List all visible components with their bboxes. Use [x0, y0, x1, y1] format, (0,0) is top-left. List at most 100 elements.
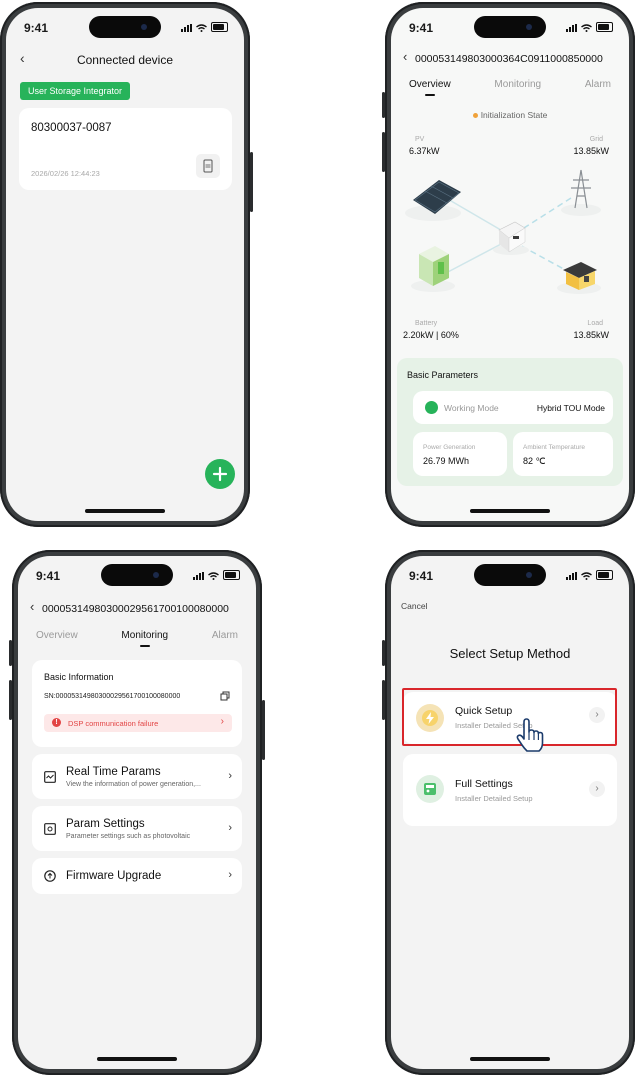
status-time: 9:41: [24, 21, 49, 35]
phone-select-setup: 9:41 Cancel Select Setup Method Quick Se…: [382, 550, 635, 1075]
load-label: Load: [587, 320, 603, 327]
side-button: [9, 640, 12, 666]
side-button: [382, 640, 385, 666]
chevron-right-icon: ›: [228, 770, 232, 782]
page-title: Select Setup Method: [449, 646, 571, 661]
ambient-temperature-card: Ambient Temperature 82 ℃: [513, 432, 613, 476]
menu-item-subtitle: View the information of power generation…: [66, 781, 201, 788]
side-button: [382, 132, 385, 172]
full-settings-option[interactable]: Full Settings Installer Detailed Setup ›: [403, 754, 617, 826]
ambient-temperature-label: Ambient Temperature: [523, 444, 586, 451]
basic-information-title: Basic Information: [44, 672, 114, 682]
grid-label: Grid: [589, 136, 603, 143]
chart-icon: [44, 771, 56, 783]
tab-bar: Overview Monitoring Alarm: [391, 79, 629, 96]
working-mode-label: Working Mode: [444, 403, 499, 413]
chevron-right-icon: ›: [228, 822, 232, 834]
solar-panel-icon: [405, 180, 461, 221]
plus-icon: [212, 466, 228, 482]
wifi-icon: [581, 24, 592, 32]
tab-alarm[interactable]: Alarm: [585, 79, 611, 90]
settings-icon: [44, 823, 56, 835]
phone-monitoring: 9:41 ‹ 00005314980300029561700100080000 …: [9, 550, 265, 1075]
tab-monitoring[interactable]: Monitoring: [494, 79, 541, 90]
tab-alarm[interactable]: Alarm: [212, 630, 238, 641]
battery-icon: [223, 570, 240, 580]
power-generation-value: 26.79 MWh: [423, 456, 470, 466]
add-device-button[interactable]: [205, 459, 235, 489]
basic-parameters-title: Basic Parameters: [407, 370, 479, 380]
pv-label: PV: [415, 136, 425, 143]
status-time: 9:41: [36, 569, 61, 583]
device-sn-title: 000053149803000364C0911000850000: [415, 53, 603, 65]
battery-icon: [211, 22, 228, 32]
signal-icon: [181, 24, 192, 32]
pv-value: 6.37kW: [409, 146, 440, 156]
device-card[interactable]: 80300037-0087 2026/02/26 12:44:23: [19, 108, 232, 190]
device-timestamp: 2026/02/26 12:44:23: [31, 169, 100, 178]
signal-icon: [566, 572, 577, 580]
tab-bar: Overview Monitoring Alarm: [18, 630, 256, 647]
status-icons: [181, 22, 228, 32]
phone-connected-device: 9:41 ‹ Connected device User Storage Int…: [0, 2, 253, 527]
menu-item-param-settings[interactable]: Param Settings Parameter settings such a…: [32, 806, 242, 851]
working-mode-value: Hybrid TOU Mode: [536, 403, 605, 413]
grid-tower-icon: [561, 169, 601, 216]
basic-information-card: Basic Information SN:0000531498030002956…: [32, 660, 242, 747]
state-indicator: Initialization State: [391, 110, 629, 120]
upgrade-icon: [44, 870, 56, 882]
alert-banner[interactable]: ! DSP communication failure ›: [44, 714, 232, 732]
home-indicator: [85, 509, 165, 513]
wifi-icon: [196, 24, 207, 32]
home-indicator: [97, 1057, 177, 1061]
option-title: Full Settings: [455, 778, 513, 790]
menu-item-title: Firmware Upgrade: [66, 870, 162, 882]
cancel-button[interactable]: Cancel: [401, 601, 427, 611]
state-dot: [472, 113, 478, 119]
dynamic-island: [101, 564, 173, 586]
signal-icon: [566, 24, 577, 32]
status-bar: 9:41: [18, 556, 256, 590]
basic-parameters-panel: Basic Parameters Working Mode Hybrid TOU…: [397, 358, 623, 486]
status-icons: [193, 570, 240, 580]
state-label: Initialization State: [480, 110, 548, 120]
chevron-right-icon: ›: [589, 781, 605, 797]
ambient-temperature-value: 82 ℃: [523, 456, 546, 466]
side-button: [262, 700, 265, 760]
battery-icon: [596, 570, 613, 580]
role-tag: User Storage Integrator: [20, 82, 131, 100]
menu-item-title: Param Settings: [66, 818, 145, 830]
full-settings-icon: [416, 775, 444, 803]
phone-device-overview: 9:41 ‹ 000053149803000364C0911000850000 …: [382, 2, 635, 527]
dynamic-island: [474, 564, 546, 586]
inverter-device-icon: [493, 221, 529, 255]
menu-item-title: Real Time Params: [66, 766, 161, 778]
status-bar: 9:41: [391, 556, 629, 590]
wifi-icon: [208, 572, 219, 580]
signal-icon: [193, 572, 204, 580]
status-bar: 9:41: [6, 8, 244, 42]
side-button: [382, 92, 385, 118]
battery-value: 2.20kW | 60%: [403, 330, 459, 340]
tab-overview[interactable]: Overview: [36, 630, 78, 641]
back-icon[interactable]: ‹: [403, 49, 407, 64]
tab-monitoring[interactable]: Monitoring: [121, 630, 168, 647]
power-generation-card: Power Generation 26.79 MWh: [413, 432, 507, 476]
menu-item-firmware-upgrade[interactable]: Firmware Upgrade ›: [32, 858, 242, 894]
side-button: [382, 680, 385, 720]
wifi-icon: [581, 572, 592, 580]
battery-storage-icon: [411, 246, 455, 292]
copy-icon[interactable]: [220, 691, 230, 701]
tab-overview[interactable]: Overview: [409, 79, 451, 96]
serial-number: SN:00005314980300029561700100080000: [44, 693, 181, 700]
status-icons: [566, 570, 613, 580]
option-subtitle: Installer Detailed Setup: [455, 794, 533, 803]
working-mode-card: Working Mode Hybrid TOU Mode: [413, 391, 613, 424]
back-icon[interactable]: ‹: [30, 599, 34, 614]
alert-text: DSP communication failure: [68, 719, 159, 728]
highlight-box: [402, 688, 617, 746]
energy-flow-diagram: [405, 169, 601, 294]
menu-item-real-time-params[interactable]: Real Time Params View the information of…: [32, 754, 242, 799]
home-indicator: [470, 509, 550, 513]
hand-pointer-icon: [516, 718, 544, 752]
